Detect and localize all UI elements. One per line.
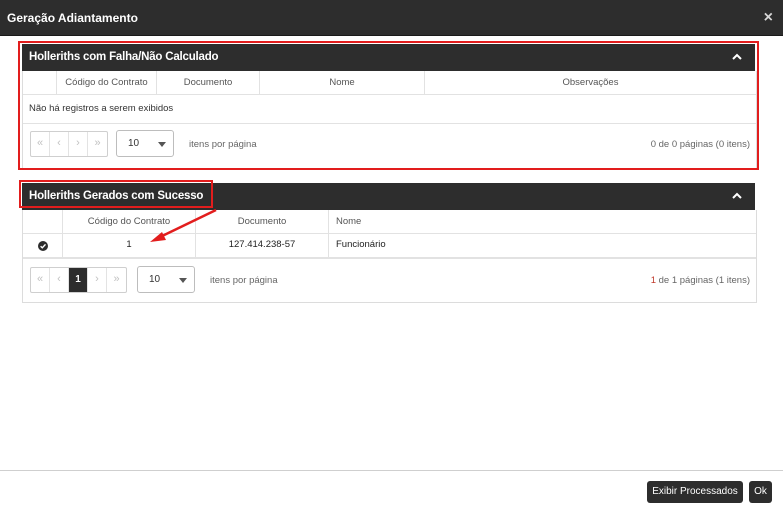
ok-button[interactable]: Ok [749, 481, 772, 503]
annotation-arrow [150, 208, 217, 242]
show-processed-button[interactable]: Exibir Processados [647, 481, 743, 503]
footer-divider [0, 470, 783, 471]
